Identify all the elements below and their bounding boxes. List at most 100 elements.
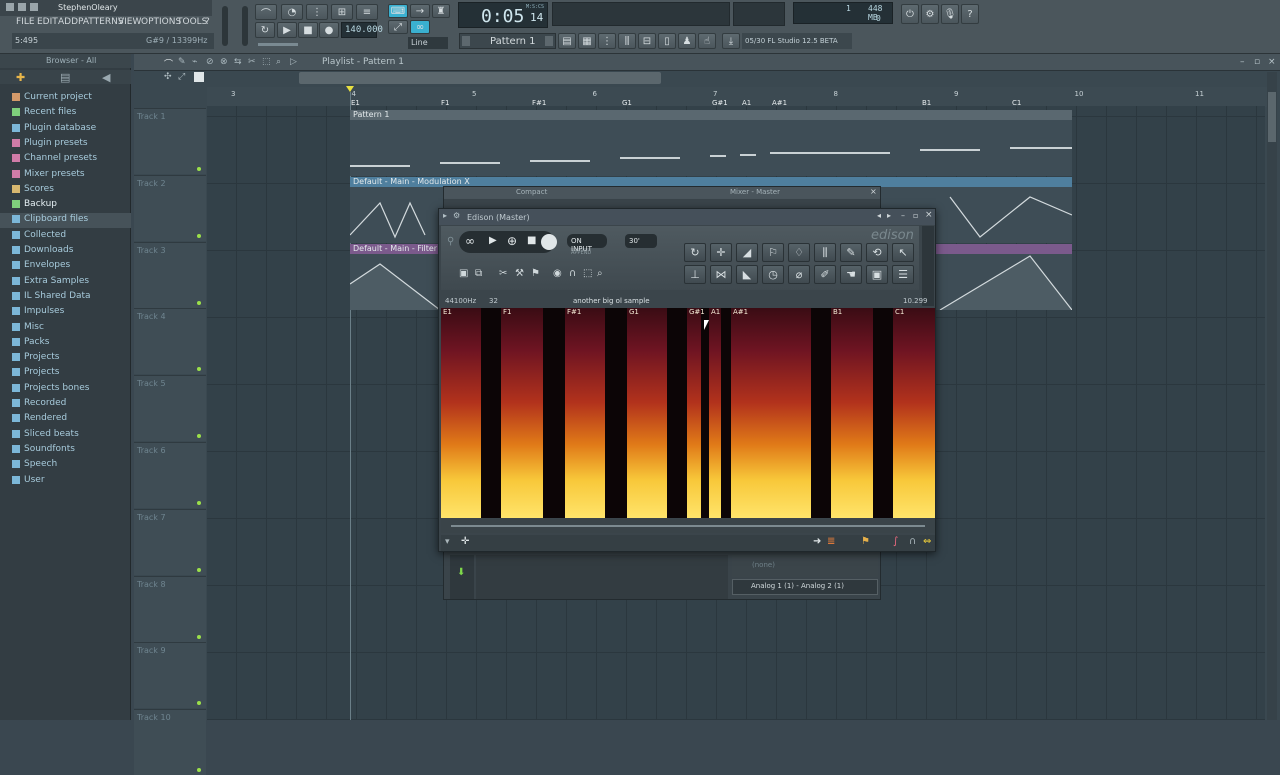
metronome-icon[interactable]: ◔ bbox=[281, 4, 303, 20]
help-icon[interactable]: ? bbox=[961, 4, 979, 24]
time-marker[interactable]: A1 bbox=[742, 99, 751, 107]
track-header[interactable]: Track 7 bbox=[134, 508, 206, 575]
browser-item[interactable]: Extra Samples bbox=[12, 274, 89, 288]
edison-eye-icon[interactable]: ◉ bbox=[553, 268, 562, 279]
close-icon[interactable] bbox=[30, 3, 38, 11]
edison-record-button[interactable] bbox=[541, 234, 557, 250]
mixer-master-strip[interactable]: ⬇ bbox=[450, 555, 474, 599]
track-led-icon[interactable] bbox=[197, 434, 201, 439]
edison-next-icon[interactable]: ▸ bbox=[887, 211, 891, 220]
menu-edit[interactable]: EDIT bbox=[37, 17, 58, 31]
link-icon[interactable]: ∞ bbox=[410, 20, 430, 34]
horizontal-scrollbar[interactable] bbox=[299, 72, 661, 84]
time-marker[interactable]: G1 bbox=[622, 99, 632, 107]
piano-roll-icon[interactable]: ▦ bbox=[578, 33, 596, 49]
browser-item[interactable]: Packs bbox=[12, 335, 49, 349]
track-header[interactable]: Track 8 bbox=[134, 575, 206, 642]
mixer-slot[interactable]: (none) bbox=[732, 555, 878, 577]
playlist-icon[interactable]: ▤ bbox=[558, 33, 576, 49]
browser-item[interactable]: Projects bbox=[12, 350, 59, 364]
browser-item[interactable]: Projects bones bbox=[12, 381, 90, 395]
edison-on-input[interactable]: ON INPUT bbox=[567, 234, 607, 253]
star-icon[interactable]: ✚ bbox=[16, 71, 25, 84]
menu-add[interactable]: ADD bbox=[58, 17, 78, 31]
menu-help[interactable]: ? bbox=[205, 17, 210, 31]
stop-button[interactable]: ■ bbox=[298, 22, 318, 38]
browser-item[interactable]: Backup bbox=[12, 197, 57, 211]
mixer-close-icon[interactable]: × bbox=[870, 187, 877, 196]
browser-item[interactable]: Channel presets bbox=[12, 151, 97, 165]
delete-icon[interactable]: ⊘ bbox=[206, 57, 214, 67]
edison-close-icon[interactable]: × bbox=[925, 210, 933, 220]
time-marker[interactable]: G#1 bbox=[712, 99, 728, 107]
browser-item[interactable]: Current project bbox=[12, 90, 92, 104]
tempo-display[interactable]: 140.000 bbox=[341, 22, 383, 38]
region-marker[interactable]: E1 bbox=[443, 308, 452, 316]
edison-curve-icon[interactable]: ∫ bbox=[893, 536, 898, 547]
region-marker[interactable]: A#1 bbox=[733, 308, 748, 316]
edison-play-button[interactable]: ▶ bbox=[489, 235, 497, 246]
time-ruler[interactable] bbox=[207, 87, 1267, 107]
browser-item[interactable]: Speech bbox=[12, 457, 57, 471]
edison-wrench-icon[interactable]: ⚒ bbox=[515, 268, 524, 279]
edison-gear-icon[interactable]: ⚙ bbox=[453, 211, 460, 220]
vertical-scroll-thumb[interactable] bbox=[1268, 92, 1276, 142]
edison-select-icon[interactable]: ⬚ bbox=[583, 268, 592, 279]
edison-maximize-icon[interactable]: ▫ bbox=[913, 211, 918, 220]
edison-brush-icon[interactable]: ✐ bbox=[814, 265, 836, 284]
menu-options[interactable]: OPTIONS bbox=[141, 17, 181, 31]
zoom-icon[interactable]: ⌕ bbox=[276, 57, 281, 67]
region-marker[interactable]: G#1 bbox=[689, 308, 705, 316]
tempo-tapper-icon[interactable]: ☝ bbox=[698, 33, 716, 49]
download-icon[interactable]: ⤓ bbox=[722, 33, 740, 49]
edison-eq-icon[interactable]: ⫼ bbox=[814, 243, 836, 262]
playback-position-slider[interactable] bbox=[258, 43, 298, 46]
maximize-icon[interactable]: ▫ bbox=[1254, 57, 1260, 67]
edison-record-arm-icon[interactable]: ♢ bbox=[788, 243, 810, 262]
edison-fade-icon[interactable]: ◢ bbox=[736, 243, 758, 262]
browser-item[interactable]: Clipboard files bbox=[12, 212, 88, 226]
track-header[interactable]: Track 4 bbox=[134, 308, 206, 375]
edison-marker-icon[interactable]: ⚑ bbox=[531, 268, 540, 279]
track-header[interactable]: Track 1 bbox=[134, 108, 206, 174]
vertical-scrollbar[interactable] bbox=[1267, 72, 1277, 720]
edison-envelope-icon[interactable]: ◣ bbox=[736, 265, 758, 284]
track-led-icon[interactable] bbox=[197, 701, 201, 706]
play-button[interactable]: ▶ bbox=[277, 22, 297, 38]
edison-stop-button[interactable]: ■ bbox=[527, 235, 536, 246]
region-marker[interactable]: A1 bbox=[711, 308, 720, 316]
edison-down-icon[interactable]: ▾ bbox=[445, 537, 450, 547]
edison-crossfade-icon[interactable]: ✛ bbox=[710, 243, 732, 262]
pattern-add-icon[interactable] bbox=[545, 36, 553, 46]
edison-add-region-icon[interactable]: ✛ bbox=[461, 536, 469, 547]
time-marker[interactable]: E1 bbox=[351, 99, 360, 107]
browser-item[interactable]: Projects bbox=[12, 365, 59, 379]
master-volume-slider[interactable] bbox=[222, 6, 228, 46]
wave-icon[interactable]: ⌒ bbox=[164, 57, 173, 70]
edison-split-icon[interactable]: ⋈ bbox=[710, 265, 732, 284]
mixer-compact-label[interactable]: Compact bbox=[516, 188, 547, 196]
browser-item[interactable]: Mixer presets bbox=[12, 167, 85, 181]
track-header[interactable]: Track 2 bbox=[134, 174, 206, 241]
edison-cut-icon[interactable]: ✂ bbox=[499, 268, 507, 279]
track-led-icon[interactable] bbox=[197, 634, 201, 639]
browser-item[interactable]: Plugin presets bbox=[12, 136, 88, 150]
browser-item[interactable]: Recent files bbox=[12, 105, 76, 119]
region-marker[interactable]: G1 bbox=[629, 308, 639, 316]
edison-magnet-icon[interactable]: ∩ bbox=[569, 268, 576, 279]
edison-zoom-bar[interactable] bbox=[451, 525, 925, 527]
step-icon[interactable]: → bbox=[410, 4, 430, 18]
edison-clock-icon[interactable]: ◷ bbox=[762, 265, 784, 284]
step-edit-icon[interactable]: ⊞ bbox=[331, 4, 353, 20]
edison-prev-icon[interactable]: ◂ bbox=[877, 211, 881, 220]
edison-side-scrollbar[interactable] bbox=[922, 226, 934, 306]
slip-icon[interactable]: ⇆ bbox=[234, 57, 242, 67]
loop-record-icon[interactable]: ↻ bbox=[255, 22, 275, 38]
playback-icon[interactable]: ▷ bbox=[290, 57, 297, 67]
browser-item[interactable]: Sliced beats bbox=[12, 427, 79, 441]
edison-loop-tool-icon[interactable]: ⟲ bbox=[866, 243, 888, 262]
track-led-icon[interactable] bbox=[197, 367, 201, 372]
pattern-song-toggle[interactable]: ⌒ bbox=[255, 4, 277, 20]
track-header[interactable]: Track 10 bbox=[134, 709, 206, 775]
channel-rack-icon[interactable]: ⋮ bbox=[598, 33, 616, 49]
